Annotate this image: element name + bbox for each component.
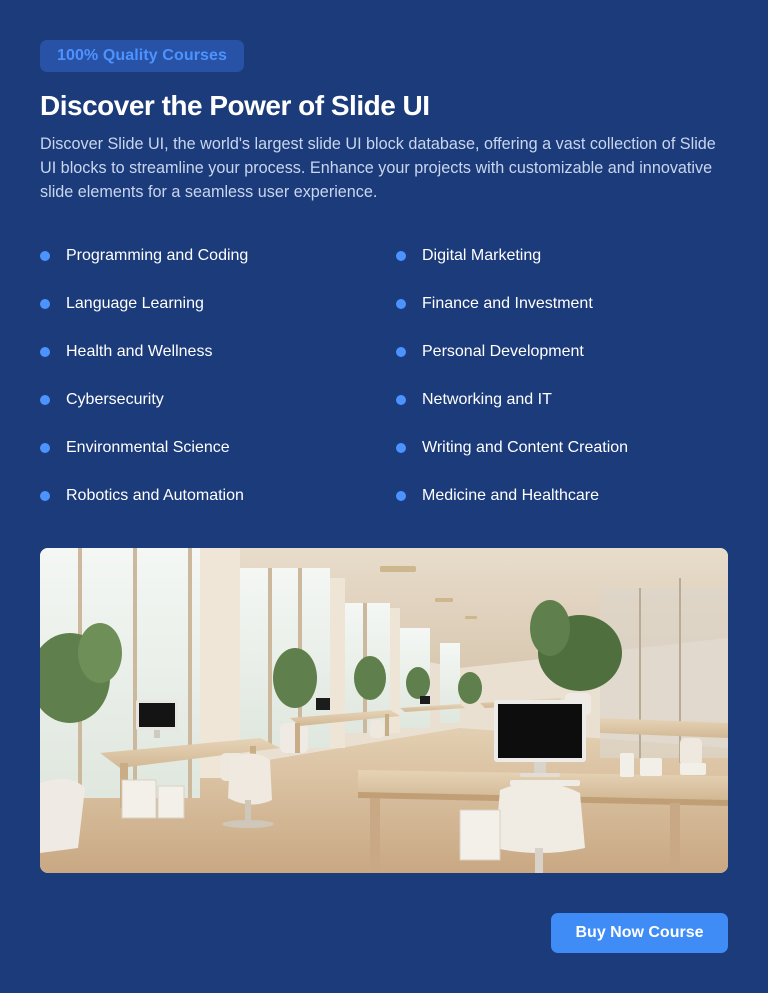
description: Discover Slide UI, the world's largest s… xyxy=(40,135,716,201)
bullet-dot-icon xyxy=(40,347,50,357)
bullet-dot-icon xyxy=(40,251,50,261)
bullet-dot-icon xyxy=(396,251,406,261)
office-photo xyxy=(40,548,728,873)
bullet-dot-icon xyxy=(40,443,50,453)
buy-now-button[interactable]: Buy Now Course xyxy=(551,913,728,953)
bullet-dot-icon xyxy=(40,395,50,405)
feature-label: Programming and Coding xyxy=(66,247,249,264)
feature-list: Programming and Coding Language Learning… xyxy=(40,232,740,520)
feature-label: Cybersecurity xyxy=(66,391,164,408)
course-card: 100% Quality Courses Discover the Power … xyxy=(0,0,768,993)
feature-label: Personal Development xyxy=(422,343,584,360)
feature-label: Digital Marketing xyxy=(422,247,542,264)
bullet-dot-icon xyxy=(396,395,406,405)
quality-badge: 100% Quality Courses xyxy=(40,40,244,72)
bullet-dot-icon xyxy=(396,443,406,453)
bullet-dot-icon xyxy=(396,491,406,501)
bullet-dot-icon xyxy=(396,347,406,357)
feature-label: Robotics and Automation xyxy=(66,487,244,504)
feature-label: Language Learning xyxy=(66,295,204,312)
feature-label: Finance and Investment xyxy=(422,295,593,312)
feature-label: Writing and Content Creation xyxy=(422,439,629,456)
feature-label: Networking and IT xyxy=(422,391,552,408)
page-title: Discover the Power of Slide UI xyxy=(40,90,430,121)
feature-label: Medicine and Healthcare xyxy=(422,487,599,504)
feature-label: Environmental Science xyxy=(66,439,230,456)
feature-label: Health and Wellness xyxy=(66,343,213,360)
bullet-dot-icon xyxy=(396,299,406,309)
bullet-dot-icon xyxy=(40,491,50,501)
bullet-dot-icon xyxy=(40,299,50,309)
